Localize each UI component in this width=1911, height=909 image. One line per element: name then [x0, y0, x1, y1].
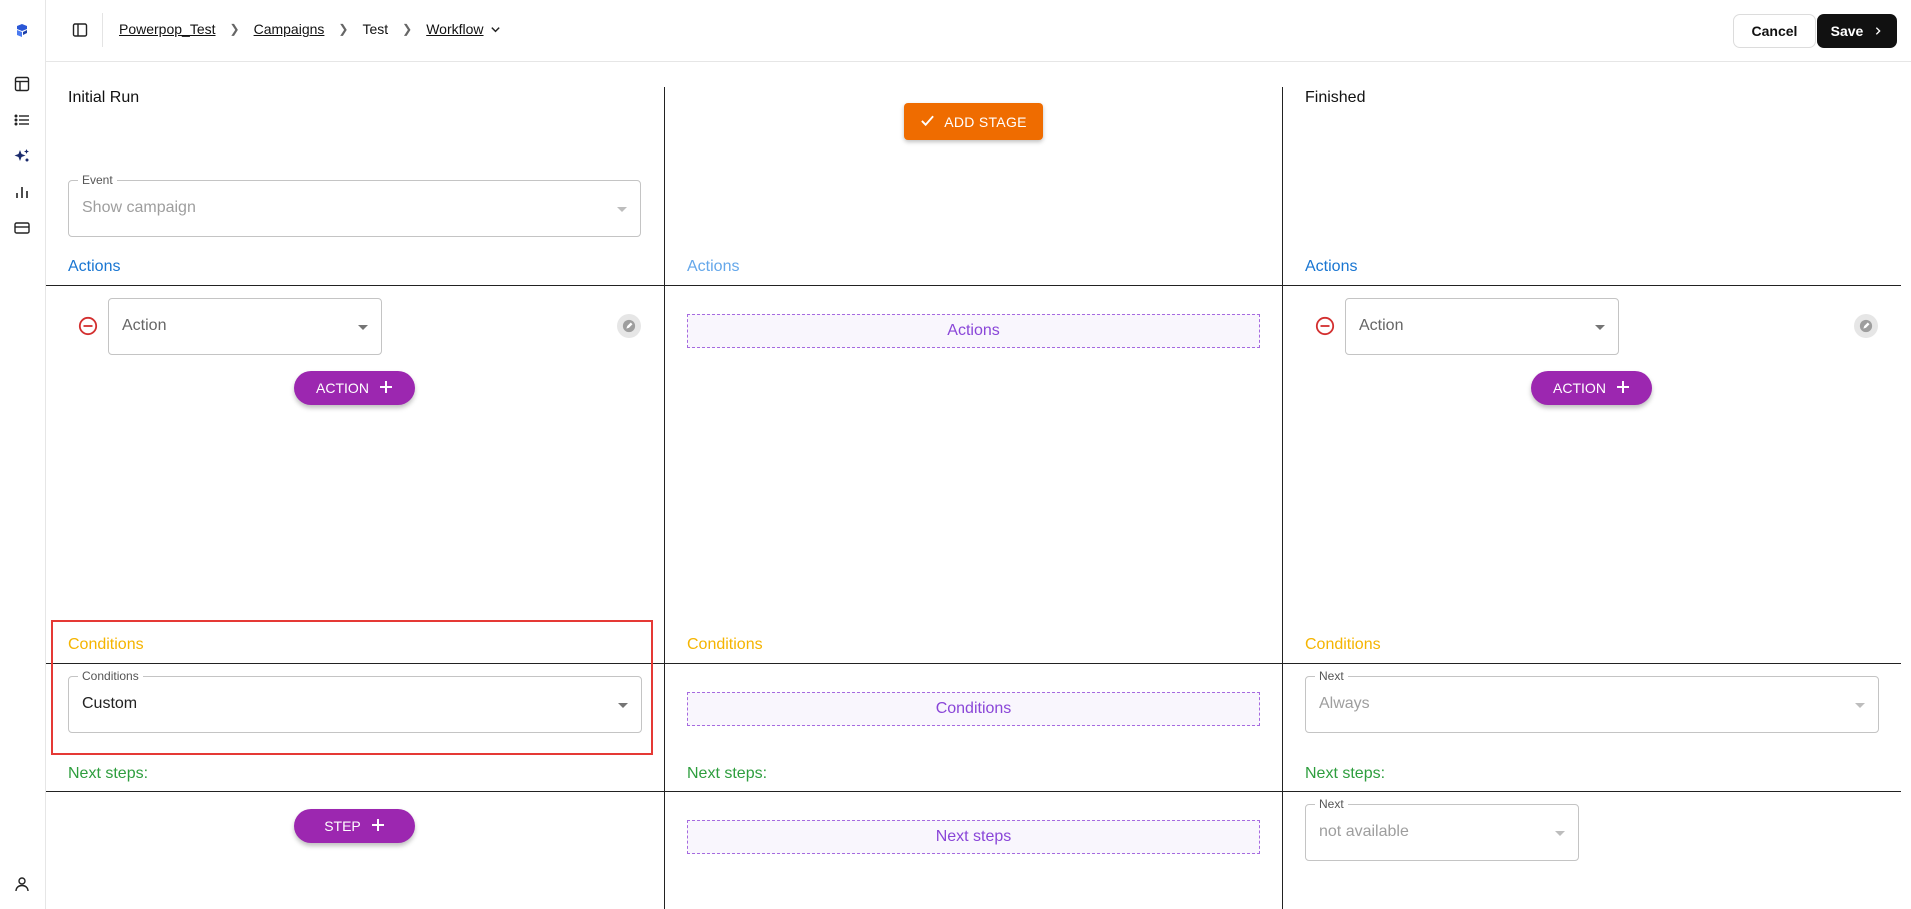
layout-icon[interactable]: [12, 74, 32, 94]
breadcrumb: Powerpop_Test ❯ Campaigns ❯ Test ❯ Workf…: [119, 21, 501, 37]
edit-icon[interactable]: [1854, 314, 1878, 338]
next-steps-heading: Next steps:: [687, 765, 768, 782]
next-steps-heading: Next steps:: [1305, 765, 1386, 782]
conditions-select[interactable]: Conditions Custom: [68, 669, 642, 733]
breadcrumb-test: Test: [362, 21, 389, 37]
add-action-button[interactable]: ACTION: [294, 371, 415, 405]
conditions-field-label: Conditions: [78, 669, 143, 683]
sparkles-icon[interactable]: [12, 146, 32, 166]
add-action-button[interactable]: ACTION: [1531, 371, 1652, 405]
column-divider: [664, 87, 665, 909]
chevron-right-icon: ❯: [229, 22, 240, 36]
sidebar-toggle-icon[interactable]: [70, 20, 90, 40]
plus-icon: [379, 380, 393, 397]
stage-title-finished: Finished: [1305, 89, 1366, 106]
chevron-down-icon[interactable]: [490, 24, 501, 35]
next-select[interactable]: Next Always: [1305, 669, 1879, 733]
save-button[interactable]: Save: [1817, 14, 1897, 48]
edit-icon[interactable]: [617, 314, 641, 338]
caret-down-icon: [1855, 703, 1865, 708]
breadcrumb-workflow[interactable]: Workflow: [426, 21, 483, 37]
conditions-heading: Conditions: [1305, 636, 1381, 653]
action-select[interactable]: Action: [1345, 298, 1619, 355]
column-divider: [1282, 87, 1283, 909]
actions-heading: Actions: [687, 258, 740, 275]
next-steps-rule: [46, 791, 1901, 792]
caret-down-icon: [617, 207, 627, 212]
credit-card-icon[interactable]: [12, 218, 32, 238]
next-steps-heading: Next steps:: [68, 765, 149, 782]
caret-down-icon: [618, 703, 628, 708]
caret-down-icon: [1555, 831, 1565, 836]
stage-title-initial-run: Initial Run: [68, 89, 140, 106]
cancel-button[interactable]: Cancel: [1733, 14, 1816, 48]
top-header: Powerpop_Test ❯ Campaigns ❯ Test ❯ Workf…: [46, 0, 1911, 62]
conditions-value: Custom: [82, 695, 138, 712]
next-steps-field-label: Next: [1315, 797, 1348, 811]
actions-drop-zone[interactable]: Actions: [687, 314, 1260, 348]
next-value: Always: [1319, 695, 1370, 712]
conditions-rule: [46, 663, 1901, 664]
remove-action-icon[interactable]: [1315, 316, 1335, 336]
next-field-label: Next: [1315, 669, 1348, 683]
conditions-drop-zone[interactable]: Conditions: [687, 692, 1260, 726]
add-step-button[interactable]: STEP: [294, 809, 415, 843]
remove-action-icon[interactable]: [78, 316, 98, 336]
add-action-label: ACTION: [316, 380, 369, 396]
event-field-label: Event: [78, 173, 117, 187]
actions-heading: Actions: [1305, 258, 1358, 275]
conditions-heading: Conditions: [68, 636, 144, 653]
action-select[interactable]: Action: [108, 298, 382, 355]
next-steps-value: not available: [1319, 823, 1409, 840]
caret-down-icon: [358, 325, 368, 330]
list-icon[interactable]: [12, 110, 32, 130]
action-placeholder: Action: [1359, 317, 1404, 334]
event-value: Show campaign: [82, 199, 196, 216]
breadcrumb-campaigns[interactable]: Campaigns: [254, 21, 325, 37]
user-icon[interactable]: [12, 874, 32, 894]
actions-rule: [46, 285, 1901, 286]
chevron-right-icon: ❯: [402, 22, 413, 36]
add-action-label: ACTION: [1553, 380, 1606, 396]
add-step-label: STEP: [324, 818, 361, 834]
plus-icon: [371, 818, 385, 835]
caret-down-icon: [1595, 325, 1605, 330]
next-steps-drop-zone[interactable]: Next steps: [687, 820, 1260, 854]
save-button-label: Save: [1830, 23, 1864, 39]
next-steps-select[interactable]: Next not available: [1305, 797, 1579, 861]
chevron-right-icon: [1873, 23, 1883, 39]
add-stage-label: ADD STAGE: [944, 113, 1027, 130]
bar-chart-icon[interactable]: [12, 182, 32, 202]
chevron-right-icon: ❯: [338, 22, 349, 36]
conditions-heading: Conditions: [687, 636, 763, 653]
left-rail: [0, 0, 46, 909]
add-stage-button[interactable]: ADD STAGE: [904, 103, 1043, 140]
plus-icon: [1616, 380, 1630, 397]
header-divider: [102, 13, 103, 47]
breadcrumb-powerpop-test[interactable]: Powerpop_Test: [119, 21, 216, 37]
action-placeholder: Action: [122, 317, 167, 334]
event-select[interactable]: Event Show campaign: [68, 173, 641, 237]
actions-heading: Actions: [68, 258, 121, 275]
check-icon: [920, 113, 935, 131]
logo-icon[interactable]: [12, 20, 32, 40]
